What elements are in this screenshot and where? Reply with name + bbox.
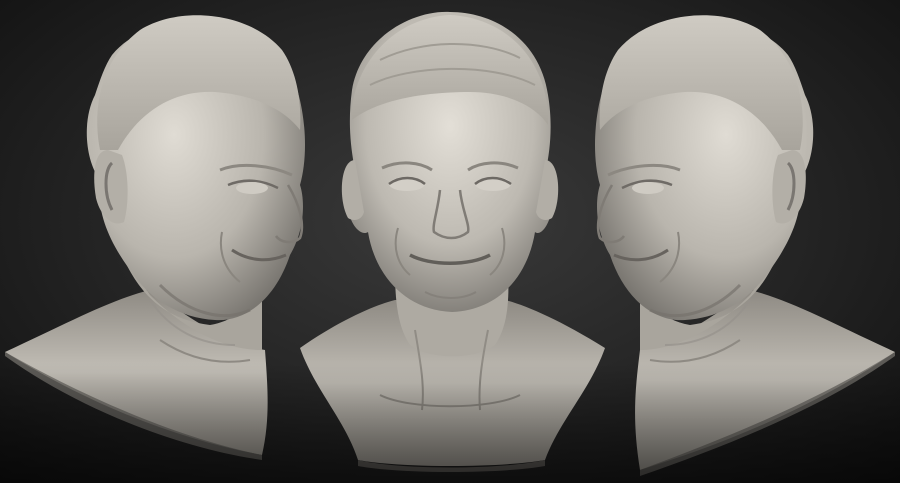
sculpt-render-viewport <box>0 0 900 483</box>
bust-front <box>300 11 605 472</box>
sculpt-render <box>5 11 895 476</box>
bust-three-quarter-right <box>5 15 306 460</box>
bust-three-quarter-left <box>595 15 895 476</box>
